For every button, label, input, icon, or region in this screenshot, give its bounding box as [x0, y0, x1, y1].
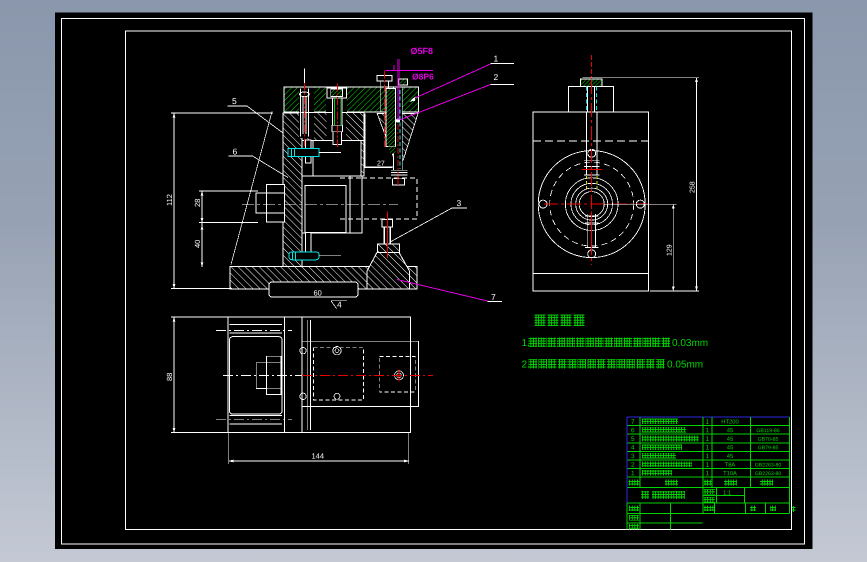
- svg-text:1: 1: [705, 427, 709, 434]
- svg-text:GB2263-80: GB2263-80: [755, 471, 782, 477]
- svg-text:88: 88: [165, 373, 174, 381]
- svg-text:45: 45: [727, 454, 733, 460]
- svg-text:5: 5: [232, 96, 237, 106]
- svg-text:6: 6: [232, 147, 237, 157]
- svg-text:7: 7: [631, 419, 635, 426]
- svg-text:28: 28: [193, 199, 202, 207]
- svg-text:T10A: T10A: [723, 470, 737, 477]
- svg-text:1: 1: [705, 436, 709, 443]
- svg-text:45: 45: [727, 445, 733, 451]
- svg-text:6: 6: [631, 427, 635, 434]
- svg-text:2: 2: [493, 72, 498, 82]
- svg-text:HT200: HT200: [721, 418, 738, 425]
- svg-text:40: 40: [193, 240, 202, 248]
- svg-text:3: 3: [631, 453, 635, 460]
- svg-text:258: 258: [690, 181, 697, 193]
- svg-text:Ø8P6: Ø8P6: [412, 72, 434, 82]
- svg-text:112: 112: [165, 194, 174, 206]
- svg-text:Ø5F8: Ø5F8: [410, 46, 433, 56]
- svg-text:GB70-85: GB70-85: [758, 437, 779, 443]
- svg-text:27: 27: [377, 161, 385, 168]
- svg-text:1: 1: [705, 445, 709, 452]
- svg-text:144: 144: [311, 452, 324, 461]
- svg-text:1:1: 1:1: [723, 490, 732, 497]
- svg-text:60: 60: [313, 289, 321, 298]
- svg-text:2: 2: [631, 462, 635, 469]
- svg-text:1: 1: [631, 470, 635, 477]
- svg-text:5: 5: [631, 436, 635, 443]
- svg-text:GB2263-80: GB2263-80: [755, 462, 782, 468]
- svg-text:1: 1: [493, 54, 498, 64]
- svg-text:GB119-86: GB119-86: [756, 428, 779, 434]
- svg-text:45: 45: [727, 437, 733, 443]
- svg-text:129: 129: [667, 244, 674, 256]
- svg-text:3: 3: [456, 198, 461, 208]
- svg-text:1: 1: [705, 419, 709, 426]
- svg-text:0.03mm: 0.03mm: [672, 338, 708, 349]
- svg-text:4: 4: [631, 445, 635, 452]
- svg-text:1: 1: [705, 453, 709, 460]
- svg-text:GB79-85: GB79-85: [758, 445, 779, 451]
- svg-text:0.05mm: 0.05mm: [667, 360, 703, 371]
- svg-text:7: 7: [491, 292, 496, 302]
- svg-text:45: 45: [727, 428, 733, 434]
- svg-text:1: 1: [705, 470, 709, 477]
- svg-text:T8A: T8A: [725, 461, 736, 468]
- svg-text:1: 1: [705, 462, 709, 469]
